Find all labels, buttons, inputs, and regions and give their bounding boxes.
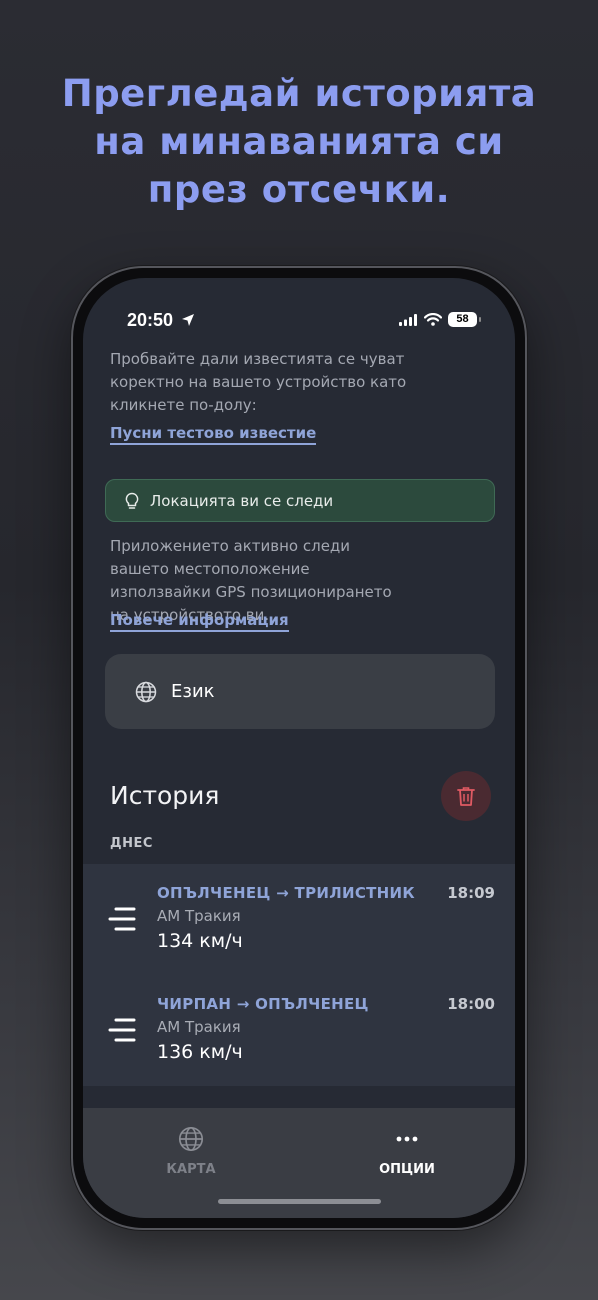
history-speed: 134 км/ч (157, 930, 243, 952)
route-lines-icon (108, 907, 136, 931)
route-lines-icon (108, 1018, 136, 1042)
clear-history-button[interactable] (441, 771, 491, 821)
headline-line-1: Прегледай историята (61, 72, 537, 115)
history-title: История (110, 781, 220, 810)
tracking-alert: Локацията ви се следи (105, 479, 495, 522)
globe-icon (135, 681, 157, 702)
headline: Прегледай историята на минаванията си пр… (0, 70, 598, 214)
tab-map[interactable]: КАРТА (83, 1126, 299, 1177)
signal-icon (399, 313, 417, 326)
history-time: 18:00 (447, 995, 495, 1013)
tab-map-label: КАРТА (166, 1162, 216, 1177)
location-arrow-icon (182, 314, 194, 326)
history-list: ОПЪЛЧЕНЕЦ → ТРИЛИСТНИК АМ Тракия 134 км/… (83, 864, 515, 1086)
globe-icon (178, 1126, 204, 1152)
headline-line-3: през отсечки. (147, 168, 451, 211)
headline-line-2: на минаванията си (94, 120, 504, 163)
history-route: ОПЪЛЧЕНЕЦ → ТРИЛИСТНИК (157, 884, 415, 902)
phone-frame: 20:50 58 Пробвайте дали известията се чу… (71, 266, 527, 1230)
notifications-description: Пробвайте дали известията се чуват корек… (110, 350, 407, 414)
status-time: 20:50 (127, 310, 174, 330)
history-section-label: ДНЕС (110, 836, 153, 851)
wifi-icon (424, 313, 442, 326)
battery-icon: 58 (448, 312, 481, 327)
history-item[interactable]: ОПЪЛЧЕНЕЦ → ТРИЛИСТНИК АМ Тракия 134 км/… (83, 864, 515, 975)
tab-bar: КАРТА ОПЦИИ (83, 1108, 515, 1218)
home-indicator (218, 1199, 381, 1204)
status-bar: 20:50 58 (83, 310, 515, 334)
language-button[interactable]: Език (105, 654, 495, 729)
history-road: АМ Тракия (157, 1018, 241, 1036)
more-dots-icon (396, 1136, 418, 1142)
history-route: ЧИРПАН → ОПЪЛЧЕНЕЦ (157, 995, 369, 1013)
history-road: АМ Тракия (157, 907, 241, 925)
test-notification-link[interactable]: Пусни тестово известие (110, 424, 317, 445)
history-time: 18:09 (447, 884, 495, 902)
phone-screen: 20:50 58 Пробвайте дали известията се чу… (83, 278, 515, 1218)
history-item[interactable]: ЧИРПАН → ОПЪЛЧЕНЕЦ АМ Тракия 136 км/ч 18… (83, 975, 515, 1086)
more-info-link[interactable]: Повече информация (110, 611, 289, 632)
history-speed: 136 км/ч (157, 1041, 243, 1063)
lightbulb-icon (125, 492, 139, 509)
tracking-alert-text: Локацията ви се следи (150, 491, 334, 510)
tab-options[interactable]: ОПЦИИ (299, 1126, 515, 1177)
language-label: Език (171, 681, 215, 702)
tab-options-label: ОПЦИИ (379, 1162, 435, 1177)
trash-icon (457, 786, 475, 806)
status-indicators: 58 (399, 312, 481, 327)
